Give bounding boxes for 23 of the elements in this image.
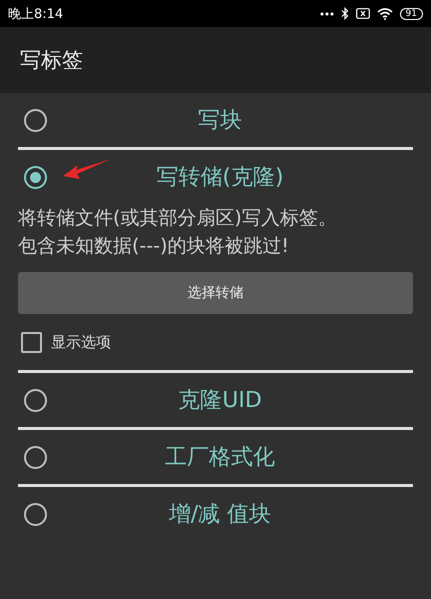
radio-button[interactable] <box>24 108 47 132</box>
option-description: 将转储文件(或其部分扇区)写入标签。 <box>18 206 338 231</box>
radio-button[interactable] <box>24 446 47 468</box>
wifi-icon <box>376 8 393 20</box>
checkbox-label[interactable]: 显示选项 <box>51 332 111 352</box>
annotation-arrow <box>62 158 112 180</box>
option-label[interactable]: 工厂格式化 <box>47 442 393 472</box>
option-description: 包含未知数据(---)的块将被跳过! <box>18 234 290 259</box>
option-label[interactable]: 克隆UID <box>47 385 393 415</box>
option-label[interactable]: 增/减 值块 <box>47 499 393 529</box>
sim-icon <box>356 8 370 19</box>
bluetooth-icon <box>340 7 349 20</box>
more-icon <box>320 12 334 16</box>
screen-title: 写标签 <box>20 47 83 74</box>
checkbox[interactable] <box>21 332 42 352</box>
option-label[interactable]: 写块 <box>47 105 393 135</box>
battery-level: 91 <box>400 8 423 20</box>
option-label[interactable]: 写转储(克隆) <box>47 162 393 192</box>
radio-button[interactable] <box>24 502 47 526</box>
status-time: 晚上8:14 <box>8 6 64 22</box>
radio-button[interactable] <box>24 166 47 188</box>
radio-button[interactable] <box>24 388 47 412</box>
select-dump-button[interactable]: 选择转储 <box>18 272 413 314</box>
